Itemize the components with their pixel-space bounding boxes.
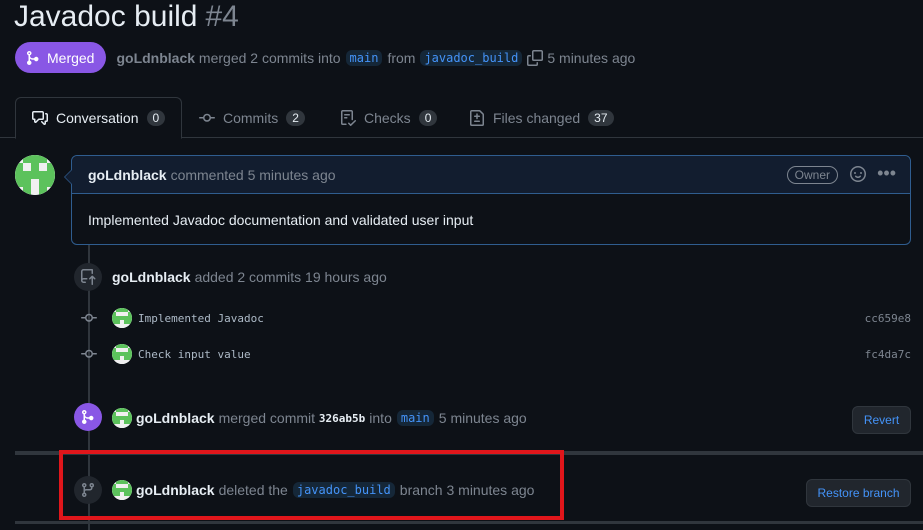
commit-row: Implemented Javadoc cc659e8: [80, 306, 911, 330]
tab-commits-count: 2: [286, 109, 305, 126]
avatar[interactable]: [112, 408, 132, 428]
annotation-highlight-box: [59, 450, 564, 520]
pr-author-link[interactable]: goLdnblack: [116, 50, 195, 66]
avatar[interactable]: [112, 308, 132, 328]
restore-branch-button[interactable]: Restore branch: [806, 479, 911, 507]
comment-header: goLdnblack commented 5 minutes ago: [72, 156, 910, 194]
merge-event: goLdnblack merged commit 326ab5b into ma…: [112, 408, 527, 428]
tab-checks-count: 0: [418, 109, 438, 126]
tab-files-changed[interactable]: Files changed 37: [469, 97, 614, 138]
timeline-divider: [15, 521, 923, 524]
git-commit-icon: [80, 346, 98, 362]
pr-from-text: from: [387, 49, 416, 66]
pr-meta: goLdnblack merged 2 commits into main fr…: [116, 49, 636, 66]
pr-time: 5 minutes ago: [547, 49, 636, 66]
pr-number: #4: [205, 0, 239, 33]
tab-checks[interactable]: Checks 0: [340, 97, 438, 138]
owner-badge: Owner: [786, 166, 838, 184]
commit-message[interactable]: Implemented Javadoc: [138, 312, 264, 325]
pr-state-row: Merged goLdnblack merged 2 commits into …: [15, 42, 635, 73]
copy-icon[interactable]: [527, 49, 544, 66]
tab-commits-label: Commits: [223, 109, 279, 126]
tab-conversation-count: 0: [146, 110, 166, 126]
event-author[interactable]: goLdnblack: [136, 410, 215, 426]
avatar[interactable]: [15, 155, 55, 195]
git-merge-icon: [74, 403, 102, 431]
git-commit-icon: [80, 310, 98, 326]
event-author[interactable]: goLdnblack: [112, 269, 191, 285]
file-diff-icon: [470, 109, 484, 126]
merged-badge: Merged: [15, 42, 107, 73]
comment-discussion-icon: [32, 111, 48, 125]
commit-message[interactable]: Check input value: [138, 348, 251, 361]
kebab-horizontal-icon[interactable]: •••: [877, 164, 896, 182]
tab-commits[interactable]: Commits 2: [199, 97, 305, 138]
comment-caret: [64, 169, 72, 185]
tab-files-changed-count: 37: [588, 109, 614, 126]
merge-target-branch[interactable]: main: [396, 410, 434, 426]
tab-conversation[interactable]: Conversation 0: [15, 97, 183, 139]
merge-commit-sha[interactable]: 326ab5b: [319, 412, 365, 425]
commit-row: Check input value fc4da7c: [80, 342, 911, 366]
comment-author[interactable]: goLdnblack: [88, 167, 167, 183]
merge-into-text: into: [369, 410, 392, 426]
pr-tabs: Conversation 0 Commits 2 Checks 0 Files …: [0, 97, 923, 139]
commits-added-event: goLdnblack added 2 commits 19 hours ago: [112, 269, 387, 285]
merged-badge-label: Merged: [47, 49, 95, 66]
checklist-icon: [341, 109, 356, 126]
tab-conversation-label: Conversation: [56, 110, 139, 126]
commit-sha[interactable]: cc659e8: [865, 312, 911, 325]
git-merge-icon: [27, 50, 39, 65]
tab-checks-label: Checks: [364, 109, 411, 126]
git-commit-icon: [199, 113, 215, 122]
repo-push-icon: [74, 263, 102, 291]
pr-title-text: Javadoc build: [14, 0, 198, 33]
avatar[interactable]: [112, 344, 132, 364]
revert-button[interactable]: Revert: [852, 406, 911, 434]
merge-time: 5 minutes ago: [438, 410, 527, 426]
comment-body: Implemented Javadoc documentation and va…: [88, 212, 474, 228]
merge-text: merged commit: [218, 410, 316, 426]
smiley-icon[interactable]: [850, 166, 866, 185]
commits-added-text: added 2 commits 19 hours ago: [194, 269, 387, 285]
pr-merge-text: merged 2 commits into: [198, 49, 341, 66]
commit-sha[interactable]: fc4da7c: [865, 348, 911, 361]
comment-box: goLdnblack commented 5 minutes ago Owner…: [64, 155, 911, 245]
comment-action: commented 5 minutes ago: [170, 166, 336, 183]
head-branch[interactable]: javadoc_build: [420, 49, 523, 66]
base-branch[interactable]: main: [345, 49, 383, 66]
pr-title: Javadoc build #4: [14, 0, 239, 34]
tab-files-changed-label: Files changed: [493, 109, 581, 126]
